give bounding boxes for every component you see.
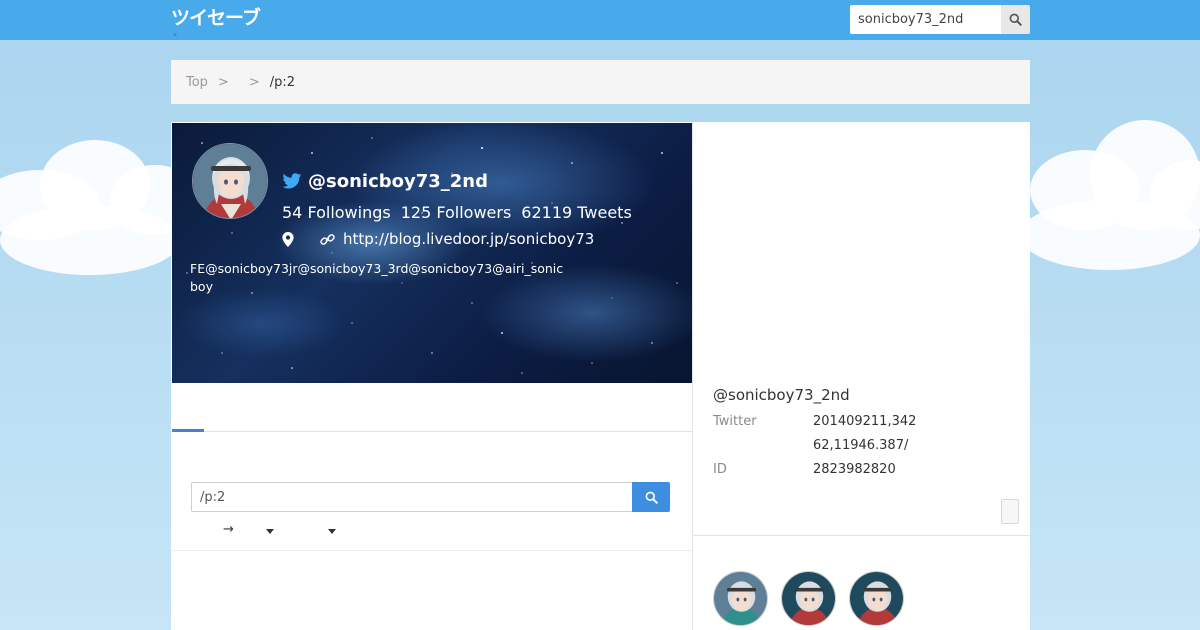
avatar-history — [713, 571, 904, 626]
main-container: @sonicboy73_2nd 54 Followings 125 Follow… — [171, 122, 1030, 630]
avatar-image — [850, 572, 903, 625]
sidebar-info-value: 62,11946.387/ — [813, 438, 909, 453]
profile-handle-row: @sonicboy73_2nd — [282, 171, 488, 192]
followers-count[interactable]: 125 Followers — [401, 203, 512, 222]
sidebar-info-value: 2823982820 — [813, 462, 896, 477]
link-icon — [320, 233, 335, 245]
breadcrumb: Top > > /p:2 — [171, 60, 1030, 104]
avatar-image — [782, 572, 835, 625]
profile-avatar[interactable] — [192, 143, 268, 219]
profile-bio: FE@sonicboy73jr@sonicboy73_3rd@sonicboy7… — [190, 261, 564, 294]
header-search — [850, 5, 1030, 34]
map-marker-icon — [282, 231, 294, 247]
sidebar-divider — [693, 535, 1030, 536]
ad-space — [693, 122, 1030, 377]
top-navbar: ツイセーブ — [0, 0, 1200, 40]
tweets-count[interactable]: 62119 Tweets — [521, 203, 632, 222]
breadcrumb-separator: > — [248, 74, 260, 90]
tweet-search-input[interactable] — [191, 482, 632, 512]
profile-tabs — [171, 383, 692, 432]
tweet-search — [191, 482, 670, 512]
site-logo[interactable]: ツイセーブ — [171, 7, 261, 29]
avatar-image — [193, 144, 267, 218]
left-column: @sonicboy73_2nd 54 Followings 125 Follow… — [171, 122, 693, 630]
search-icon — [1009, 13, 1022, 26]
tiny-mark: " — [173, 33, 178, 43]
sidebar-handle: @sonicboy73_2nd — [713, 386, 850, 404]
followings-count[interactable]: 54 Followings — [282, 203, 391, 222]
breadcrumb-top-link[interactable]: Top — [186, 75, 208, 90]
profile-handle: @sonicboy73_2nd — [308, 171, 488, 192]
profile-url-link[interactable]: http://blog.livedoor.jp/sonicboy73 — [343, 230, 594, 248]
header-search-button[interactable] — [1001, 5, 1030, 34]
profile-links: http://blog.livedoor.jp/sonicboy73 — [282, 230, 594, 248]
sort-dropdown-caret[interactable] — [266, 529, 274, 534]
breadcrumb-current: /p:2 — [269, 74, 296, 90]
filter-dropdown-caret[interactable] — [328, 529, 336, 534]
search-icon — [645, 491, 658, 504]
sort-controls: → — [191, 522, 670, 542]
tab-active-indicator[interactable] — [172, 429, 204, 432]
header-search-input[interactable] — [850, 5, 1001, 34]
section-divider — [171, 550, 692, 551]
avatar-history-item[interactable] — [713, 571, 768, 626]
sort-arrow[interactable]: → — [223, 522, 234, 537]
avatar-image — [714, 572, 767, 625]
tweet-search-button[interactable] — [632, 482, 670, 512]
sidebar-info-label: ID — [713, 462, 727, 477]
sidebar-info-value: 201409211,342 — [813, 414, 917, 429]
profile-header: @sonicboy73_2nd 54 Followings 125 Follow… — [172, 123, 692, 383]
breadcrumb-separator: > — [217, 74, 229, 90]
sidebar-info-label: Twitter — [713, 414, 757, 429]
profile-stats: 54 Followings 125 Followers 62119 Tweets — [282, 203, 632, 222]
avatar-history-item[interactable] — [849, 571, 904, 626]
right-column: @sonicboy73_2nd Twitter 201409211,342 62… — [693, 122, 1030, 630]
sidebar-small-button[interactable] — [1001, 499, 1019, 524]
avatar-history-item[interactable] — [781, 571, 836, 626]
twitter-bird-icon — [282, 173, 302, 189]
